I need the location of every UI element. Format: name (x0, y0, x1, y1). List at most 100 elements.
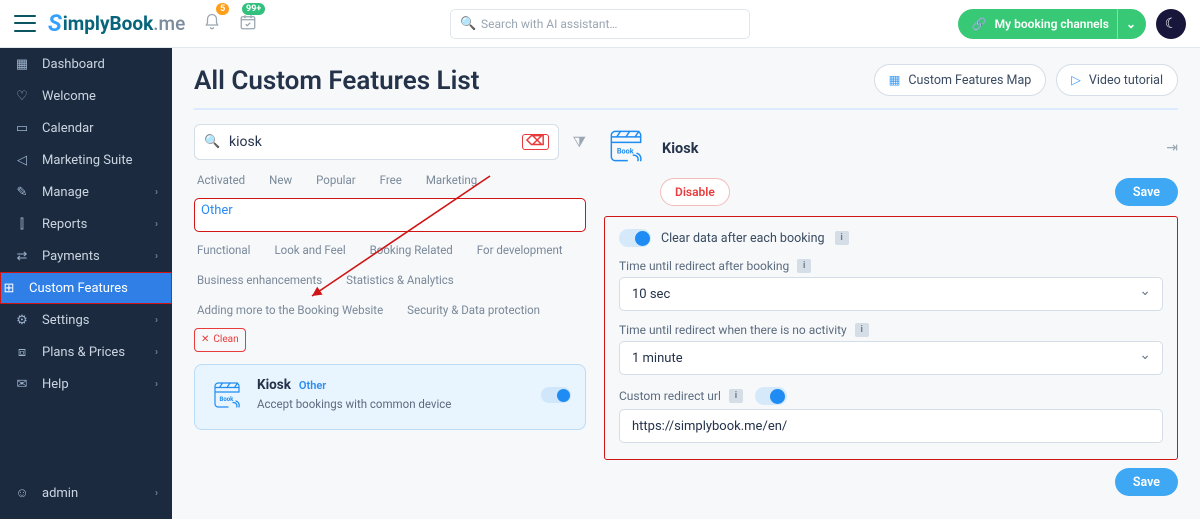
calendar-icon: ▭ (14, 121, 30, 136)
gear-icon: ⚙ (14, 313, 30, 328)
info-icon[interactable]: i (729, 389, 743, 403)
disable-button[interactable]: Disable (660, 178, 730, 206)
chip-free[interactable]: Free (377, 168, 405, 192)
redirect-after-booking-label: Time until redirect after bookingi (619, 259, 1163, 273)
collapse-panel-icon[interactable]: ⇥ (1166, 140, 1178, 156)
sidebar-item-marketing-suite[interactable]: ◁ Marketing Suite (0, 144, 172, 176)
menu-toggle-button[interactable] (14, 13, 36, 35)
chip-clean-button[interactable]: ✕Clean (194, 328, 246, 352)
dashboard-icon: ▦ (14, 57, 30, 72)
sidebar-item-label: Manage (42, 185, 89, 200)
global-search-input[interactable] (450, 9, 750, 39)
sidebar-item-label: Plans & Prices (42, 345, 125, 360)
chart-icon: ⫿ (14, 217, 30, 232)
chip-marketing[interactable]: Marketing (423, 168, 480, 192)
price-icon: ⧈ (14, 345, 30, 360)
chevron-right-icon: › (155, 379, 158, 390)
kiosk-icon: Book (604, 124, 648, 172)
chip-activated[interactable]: Activated (194, 168, 248, 192)
sidebar-item-label: Help (42, 377, 69, 392)
clear-data-toggle-row: Clear data after each booking i (619, 229, 1163, 247)
chip-functional[interactable]: Functional (194, 238, 253, 262)
chevron-right-icon: › (155, 187, 158, 198)
sidebar-item-manage[interactable]: ✎Manage› (0, 176, 172, 208)
chip-popular[interactable]: Popular (313, 168, 359, 192)
logo[interactable]: SimplyBook.me (48, 10, 185, 37)
notifications-bell-icon[interactable]: 5 (203, 13, 221, 35)
info-icon[interactable]: i (797, 259, 811, 273)
clear-search-button[interactable]: ⌫ (522, 134, 548, 150)
custom-redirect-url-label: Custom redirect urli (619, 387, 1163, 405)
chip-booking-related[interactable]: Booking Related (367, 238, 456, 262)
global-search: 🔍 (450, 9, 750, 39)
sidebar-item-welcome[interactable]: ♡ Welcome (0, 80, 172, 112)
chip-other[interactable]: Other (194, 198, 586, 232)
chevron-right-icon: › (155, 315, 158, 326)
feature-category: Other (299, 379, 326, 392)
search-icon: 🔍 (204, 135, 220, 150)
sidebar-item-label: Reports (42, 217, 87, 232)
chevron-right-icon: › (155, 219, 158, 230)
chevron-right-icon: › (155, 251, 158, 262)
category-chips: Activated New Popular Free Marketing Oth… (194, 168, 586, 352)
custom-redirect-url-toggle[interactable] (755, 387, 787, 405)
sidebar-item-calendar[interactable]: ▭ Calendar (0, 112, 172, 144)
link-icon: 🔗 (972, 17, 987, 31)
save-button-top[interactable]: Save (1115, 178, 1178, 206)
svg-text:Book: Book (617, 146, 634, 155)
save-button-bottom[interactable]: Save (1115, 468, 1178, 496)
clear-data-toggle[interactable] (619, 229, 651, 247)
chip-adding-more[interactable]: Adding more to the Booking Website (194, 298, 386, 322)
chip-for-development[interactable]: For development (474, 238, 566, 262)
sidebar-item-reports[interactable]: ⫿ Reports › (0, 208, 172, 240)
kiosk-settings-box: Clear data after each booking i Time unt… (604, 216, 1178, 460)
chevron-right-icon: › (155, 488, 158, 499)
info-icon[interactable]: i (835, 231, 849, 245)
welcome-icon: ♡ (14, 89, 30, 104)
features-icon: ⊞ (1, 281, 17, 296)
svg-text:Book: Book (220, 396, 235, 403)
chip-new[interactable]: New (266, 168, 295, 192)
topbar: SimplyBook.me 5 99+ 🔍 🔗 My booking chann… (0, 0, 1200, 48)
redirect-no-activity-select[interactable]: 1 minute (619, 341, 1163, 375)
sidebar-item-dashboard[interactable]: ▦Dashboard (0, 48, 172, 80)
sidebar-item-label: Marketing Suite (42, 153, 133, 168)
custom-features-map-button[interactable]: ▦ Custom Features Map (874, 64, 1047, 96)
main-content: All Custom Features List ▦Custom Feature… (172, 48, 1200, 519)
dark-mode-toggle[interactable]: ☾ (1156, 9, 1186, 39)
detail-title: Kiosk (662, 140, 1152, 157)
chip-statistics-analytics[interactable]: Statistics & Analytics (343, 268, 457, 292)
clear-data-label: Clear data after each booking (661, 231, 825, 246)
chip-look-and-feel[interactable]: Look and Feel (271, 238, 348, 262)
feature-toggle[interactable] (541, 387, 571, 407)
sidebar-item-admin[interactable]: ☺ admin › (0, 477, 172, 509)
sidebar-item-label: admin (42, 486, 78, 501)
bell-badge: 5 (216, 3, 229, 15)
tasks-calendar-icon[interactable]: 99+ (239, 13, 257, 35)
sidebar-item-label: Welcome (42, 89, 96, 104)
feature-description: Accept bookings with common device (257, 397, 529, 411)
info-icon[interactable]: i (855, 323, 869, 337)
chevron-down-icon[interactable]: ⌄ (1117, 9, 1136, 39)
chip-business-enhancements[interactable]: Business enhancements (194, 268, 325, 292)
video-tutorial-button[interactable]: ▷Video tutorial (1056, 64, 1178, 96)
megaphone-icon: ◁ (14, 153, 30, 168)
sidebar-item-settings[interactable]: ⚙Settings› (0, 304, 172, 336)
feature-search-input[interactable] (194, 124, 559, 160)
sidebar-item-label: Custom Features (29, 281, 128, 296)
sidebar-item-custom-features[interactable]: ⊞ Custom Features (0, 272, 172, 304)
button-label: Custom Features Map (908, 73, 1031, 88)
user-icon: ☺ (14, 485, 30, 501)
chevron-right-icon: › (155, 347, 158, 358)
redirect-after-booking-select[interactable]: 10 sec (619, 277, 1163, 311)
custom-redirect-url-input[interactable] (619, 409, 1163, 443)
filter-icon[interactable]: ⧩ (573, 133, 586, 151)
sidebar-item-help[interactable]: ✉Help› (0, 368, 172, 400)
sidebar-item-plans-prices[interactable]: ⧈ Plans & Prices › (0, 336, 172, 368)
feature-card-kiosk[interactable]: Book Kiosk Other Accept bookings with co… (194, 364, 586, 430)
grid-icon: ▦ (889, 72, 901, 88)
booking-channels-button[interactable]: 🔗 My booking channels ⌄ (958, 9, 1146, 39)
sidebar-item-label: Calendar (42, 121, 94, 136)
chip-security-data[interactable]: Security & Data protection (404, 298, 543, 322)
sidebar-item-payments[interactable]: ⇄Payments› (0, 240, 172, 272)
